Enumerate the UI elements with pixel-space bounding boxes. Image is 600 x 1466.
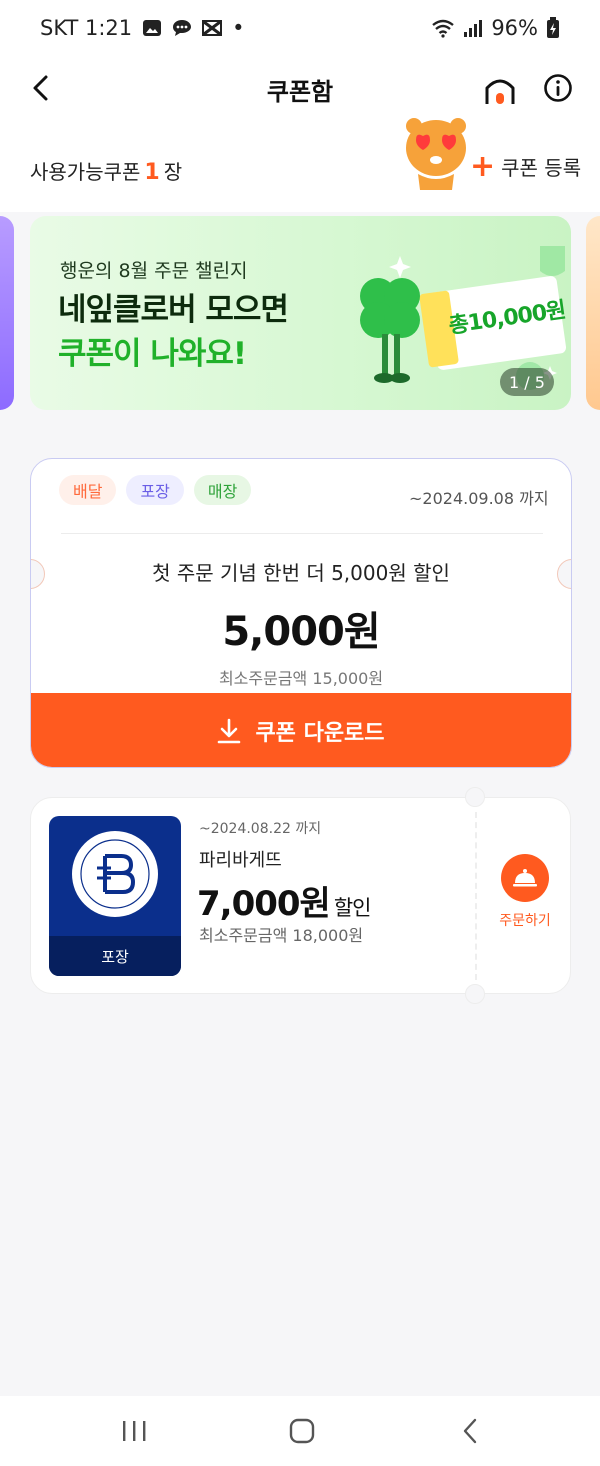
banner-headline-2: 쿠폰이 나와요! [58,336,247,372]
coupon-tags: 배달 포장 매장 [59,475,252,505]
available-label: 사용가능쿠폰 [30,160,141,184]
coupon-amount: 5,000원 [222,609,380,655]
home-nav-button[interactable] [282,1414,322,1448]
order-button[interactable]: 주문하기 [497,854,553,934]
thumb-order-type: 포장 [49,936,181,976]
capcut-icon [202,20,223,36]
available-count: 1 [144,160,160,185]
coupon-title: 첫 주문 기념 한번 더 5,000원 할인 [152,561,450,585]
coupon-min-order: 최소주문금액 15,000원 [218,669,384,688]
banner-headline-1: 네잎클로버 모으면 [58,292,289,328]
available-unit: 장 [163,160,183,184]
signal-icon [464,20,483,37]
store-coupon-amount: 7,000원 할인 [197,876,372,925]
battery-icon [547,17,559,38]
download-icon [218,718,241,743]
store-coupon-min-order: 최소주문금액 18,000원 [199,926,364,945]
back-icon [463,1418,477,1444]
banner-page-counter: 1 / 5 [500,368,554,396]
home-circle-icon [289,1418,315,1444]
cloche-icon [513,869,537,887]
coupon-summary: 사용가능쿠폰 1 장 + 쿠폰 등록 [0,118,600,212]
promo-banner[interactable]: 행운의 8월 주문 챌린지 네잎클로버 모으면 쿠폰이 나와요! 총10,000… [30,216,571,410]
order-label: 주문하기 [499,913,551,929]
order-circle[interactable] [501,854,549,902]
recent-apps-button[interactable] [114,1414,154,1448]
banner-prev-peek[interactable] [0,216,14,410]
info-icon [544,74,572,102]
banner-next-peek[interactable] [586,216,600,410]
store-name: 파리바게뜨 [199,850,282,871]
store-thumbnail: 포장 [49,816,181,976]
back-nav-button[interactable] [450,1414,490,1448]
store-coupon-amount-suffix: 할인 [333,896,372,920]
store-coupon-expiry: ~2024.08.22 까지 [199,821,322,837]
wifi-icon [432,19,455,38]
store-coupon-separator [475,812,477,980]
battery-percent: 96% [491,16,538,40]
store-coupon-notch-bottom [465,984,485,1004]
paris-baguette-logo [72,831,158,917]
coupon-divider [61,533,543,534]
register-coupon-button[interactable]: + 쿠폰 등록 [470,148,582,184]
tag-takeout: 포장 [126,475,184,505]
banner-subtitle: 행운의 8월 주문 챌린지 [60,260,248,282]
banner-carousel[interactable]: 행운의 8월 주문 챌린지 네잎클로버 모으면 쿠폰이 나와요! 총10,000… [0,212,600,418]
mascot-ryan-icon [406,118,466,190]
coupon-download-label: 쿠폰 다운로드 [255,720,385,746]
plus-icon: + [470,148,496,184]
register-coupon-label: 쿠폰 등록 [501,156,582,180]
coupon-download-button[interactable]: 쿠폰 다운로드 [31,693,571,767]
tag-store: 매장 [193,475,252,505]
system-nav-bar [0,1396,600,1466]
chat-icon [173,20,192,36]
home-icon [485,79,515,104]
download-coupon-card: 배달 포장 매장 ~2024.09.08 까지 첫 주문 기념 한번 더 5,0… [30,458,572,768]
available-coupons: 사용가능쿠폰 1 장 [30,156,182,185]
store-coupon-notch-top [465,787,485,807]
store-coupon-card[interactable]: 포장 ~2024.08.22 까지 파리바게뜨 7,000원 할인 최소주문금액 … [30,787,571,1004]
home-button[interactable] [480,70,520,110]
app-header: 쿠폰함 [0,56,600,122]
store-coupon-amount-value: 7,000원 [197,884,331,924]
recent-apps-icon [123,1421,146,1441]
carrier-time: SKT 1:21 [40,16,133,40]
tag-delivery: 배달 [59,475,117,505]
coupon-expiry: ~2024.09.08 까지 [409,489,549,508]
status-dot: • [232,16,245,40]
gallery-icon [143,20,162,36]
info-button[interactable] [540,70,576,106]
status-bar: SKT 1:21 • 96% [0,0,600,56]
